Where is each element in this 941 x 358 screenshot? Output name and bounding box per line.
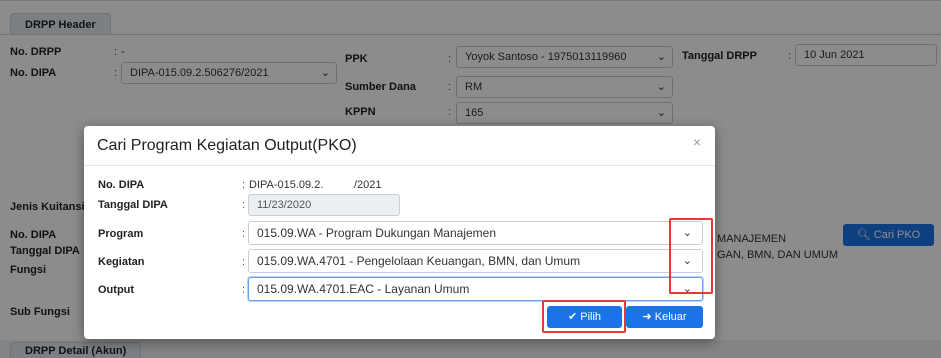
modal-kegiatan-label: Kegiatan <box>98 256 145 268</box>
highlight-box <box>669 218 713 294</box>
output-select-value: 015.09.WA.4701.EAC - Layanan Umum <box>257 282 470 296</box>
modal-output-label: Output <box>98 284 135 296</box>
colon: : <box>242 179 246 191</box>
highlight-box <box>542 300 626 333</box>
cari-pko-modal: Cari Program Kegiatan Output(PKO) × No. … <box>84 126 715 339</box>
colon: : <box>242 284 246 296</box>
modal-title: Cari Program Kegiatan Output(PKO) <box>97 137 357 154</box>
exit-icon: ➜ <box>642 311 652 323</box>
colon: : <box>242 256 246 268</box>
kegiatan-select[interactable]: 015.09.WA.4701 - Pengelolaan Keuangan, B… <box>248 249 703 273</box>
kegiatan-select-value: 015.09.WA.4701 - Pengelolaan Keuangan, B… <box>257 254 581 268</box>
colon: : <box>242 228 246 240</box>
modal-no-dipa-value: DIPA-015.09.2. /2021 <box>249 179 382 191</box>
colon: : <box>242 199 246 211</box>
keluar-button[interactable]: ➜ Keluar <box>626 306 703 328</box>
modal-tanggal-dipa-input: 11/23/2020 <box>248 194 400 216</box>
output-select[interactable]: 015.09.WA.4701.EAC - Layanan Umum ⌄ <box>248 277 703 301</box>
program-select-value: 015.09.WA - Program Dukungan Manajemen <box>257 226 497 240</box>
divider <box>84 165 715 166</box>
modal-no-dipa-label: No. DIPA <box>98 179 145 191</box>
modal-tanggal-dipa-label: Tanggal DIPA <box>98 199 168 211</box>
keluar-label: Keluar <box>654 311 687 323</box>
close-icon[interactable]: × <box>693 134 701 150</box>
modal-program-label: Program <box>98 228 144 240</box>
program-select[interactable]: 015.09.WA - Program Dukungan Manajemen ⌄ <box>248 221 703 245</box>
